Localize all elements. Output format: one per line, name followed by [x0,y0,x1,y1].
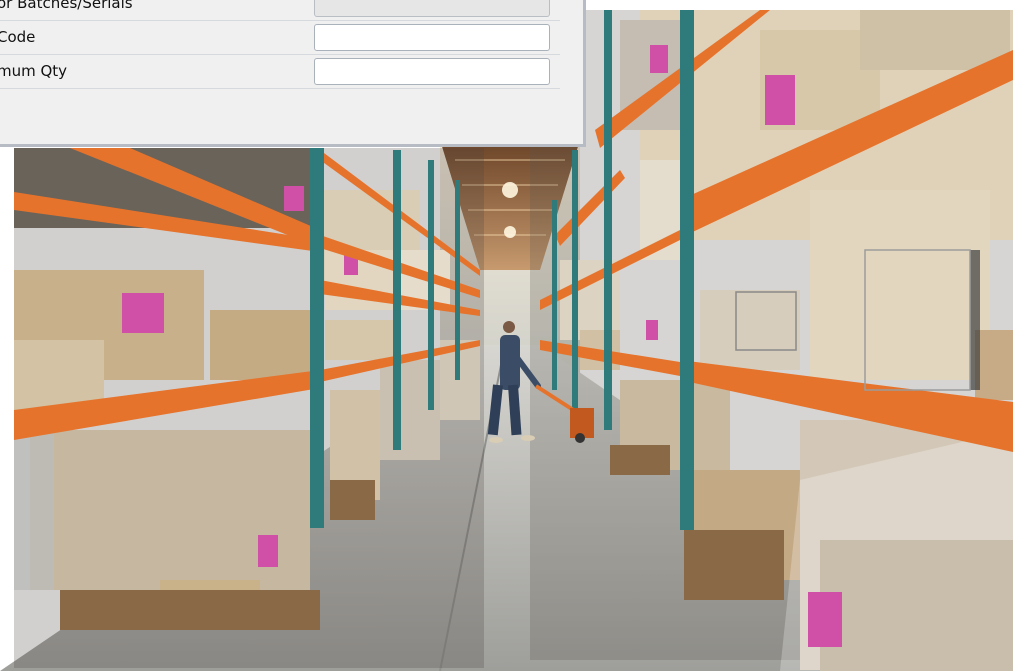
ceiling-light [502,182,518,198]
minimum-qty-field[interactable] [314,58,550,85]
item-properties-dialog: or Batches/Serials Code mum Qty [0,0,586,147]
batches-serials-row: or Batches/Serials [0,0,560,21]
row-divider [0,20,560,21]
ceiling-light [504,226,516,238]
code-label: Code [0,28,36,46]
left-rack [14,148,484,668]
minimum-qty-row: mum Qty [0,58,560,89]
row-divider [0,54,560,55]
code-row: Code [0,24,560,55]
right-rack [530,10,1013,671]
minimum-qty-label: mum Qty [0,62,68,80]
batches-serials-label: or Batches/Serials [0,0,133,12]
row-divider [0,88,560,89]
code-field[interactable] [314,24,550,51]
batches-serials-field[interactable] [314,0,550,17]
